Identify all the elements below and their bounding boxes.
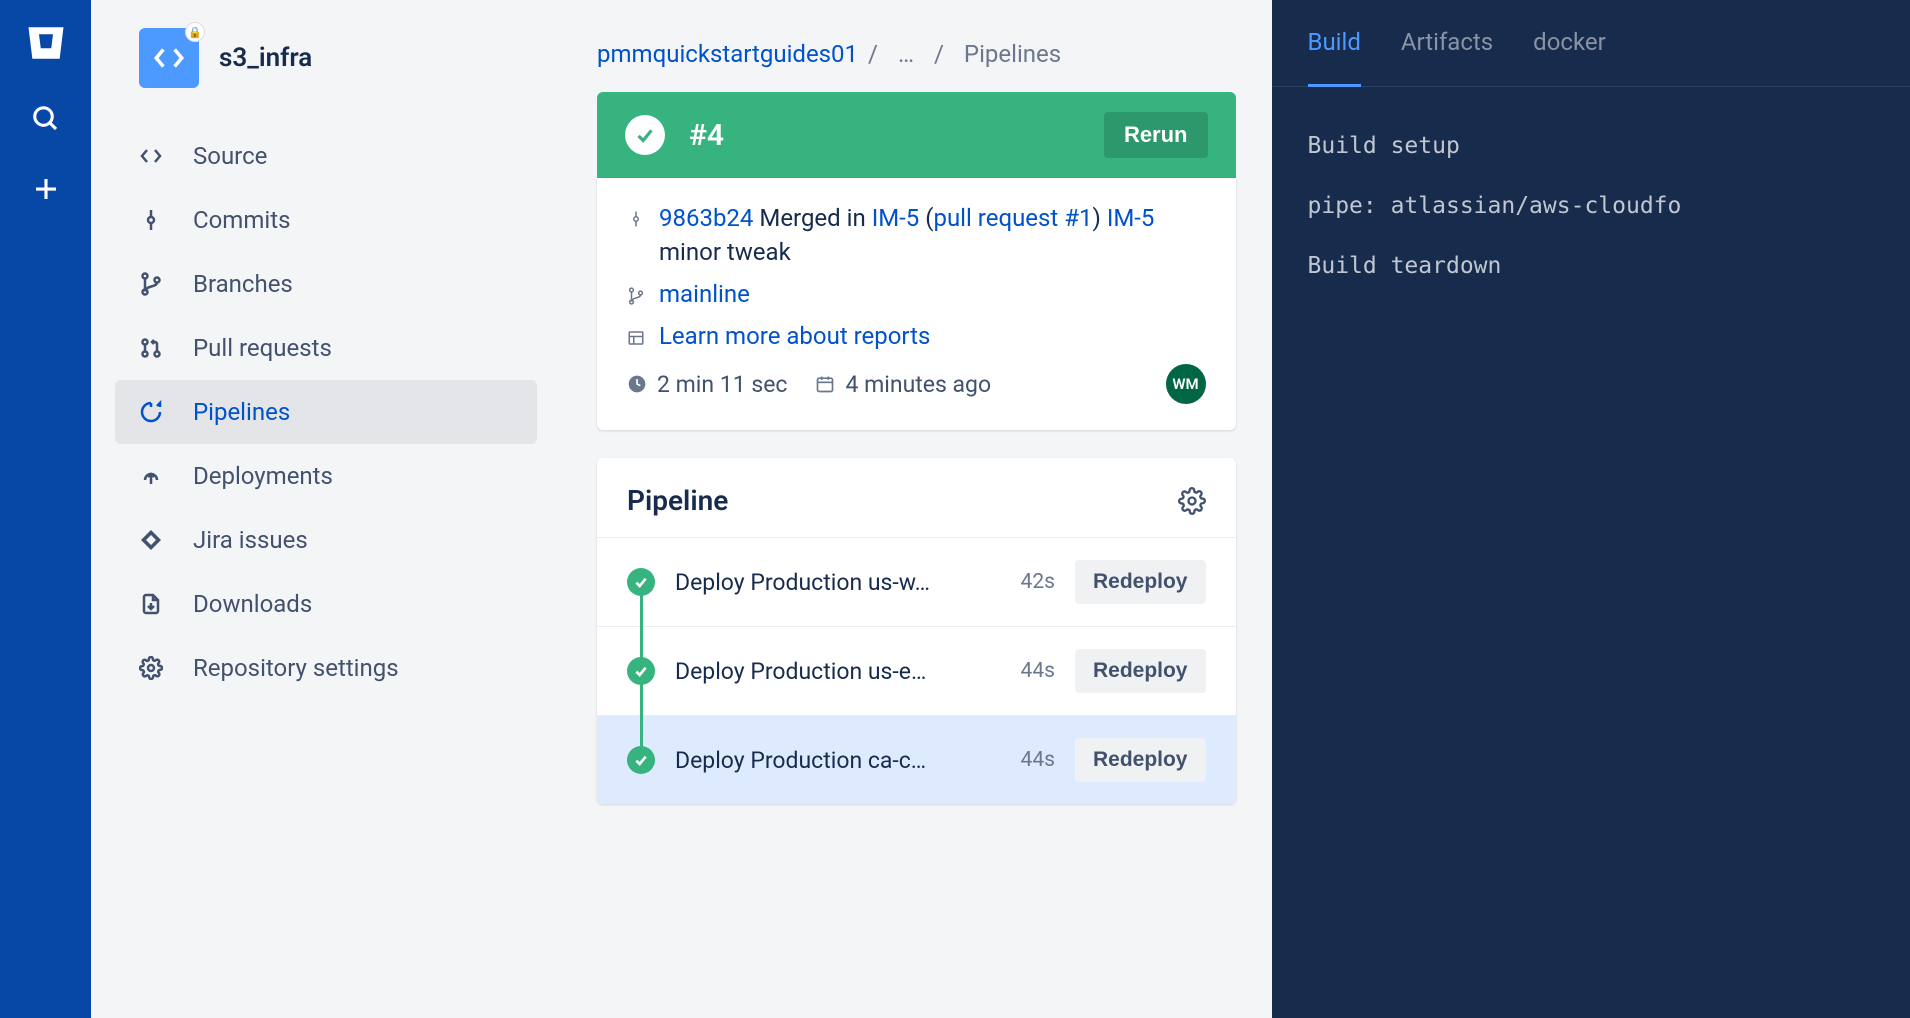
repo-settings-icon	[137, 656, 165, 680]
nav-label: Branches	[193, 270, 293, 298]
stage-duration: 44s	[1021, 748, 1055, 772]
bitbucket-logo-icon[interactable]	[25, 22, 67, 64]
repo-icon: 🔒	[139, 28, 199, 88]
nav-label: Pipelines	[193, 398, 290, 426]
stage-name: Deploy Production us-w…	[675, 569, 1001, 596]
deployments-icon	[137, 464, 165, 488]
nav-label: Jira issues	[193, 526, 308, 554]
stage-row[interactable]: Deploy Production ca-c… 44s Redeploy	[597, 715, 1236, 804]
stage-name: Deploy Production ca-c…	[675, 747, 1001, 774]
commit-icon	[627, 208, 645, 230]
breadcrumb-current: Pipelines	[964, 40, 1061, 68]
avatar[interactable]: WM	[1166, 364, 1206, 404]
search-icon[interactable]	[31, 104, 61, 134]
nav-item-commits[interactable]: Commits	[115, 188, 537, 252]
duration: 2 min 11 sec	[627, 371, 787, 398]
branch-icon	[627, 286, 645, 306]
global-rail	[0, 0, 91, 1018]
log-tab-artifacts[interactable]: Artifacts	[1401, 28, 1493, 68]
branches-icon	[137, 272, 165, 296]
stage-duration: 44s	[1021, 659, 1055, 683]
stage-row[interactable]: Deploy Production us-e… 44s Redeploy	[597, 626, 1236, 715]
downloads-icon	[137, 592, 165, 616]
nav-label: Deployments	[193, 462, 333, 490]
nav-label: Pull requests	[193, 334, 332, 362]
run-details-card: 9863b24 Merged in IM-5 (pull request #1)…	[597, 178, 1236, 430]
repo-header: 🔒 s3_infra	[115, 28, 537, 88]
success-icon	[627, 568, 655, 596]
branch-link[interactable]: mainline	[659, 280, 750, 308]
nav-item-repo-settings[interactable]: Repository settings	[115, 636, 537, 700]
success-icon	[627, 657, 655, 685]
log-line[interactable]: Build teardown	[1308, 237, 1875, 297]
reports-icon	[627, 329, 645, 347]
nav-item-source[interactable]: Source	[115, 124, 537, 188]
run-header: #4 Rerun	[597, 92, 1236, 178]
success-icon	[627, 746, 655, 774]
success-icon	[625, 115, 665, 155]
nav-label: Repository settings	[193, 654, 399, 682]
issue-link-2[interactable]: IM-5	[1107, 204, 1155, 232]
relative-time: 4 minutes ago	[815, 371, 991, 398]
source-icon	[137, 144, 165, 168]
pipeline-card: Pipeline Deploy Production us-w… 42s Redep…	[597, 458, 1236, 804]
log-tabs: Build Artifacts docker	[1272, 28, 1910, 87]
redeploy-button[interactable]: Redeploy	[1075, 560, 1206, 604]
pipeline-title: Pipeline	[627, 484, 728, 517]
log-tab-docker[interactable]: docker	[1533, 28, 1606, 68]
nav-item-downloads[interactable]: Downloads	[115, 572, 537, 636]
nav-item-deployments[interactable]: Deployments	[115, 444, 537, 508]
nav-label: Commits	[193, 206, 290, 234]
repo-sidebar: 🔒 s3_infra Source Commits Branches Pull req…	[91, 0, 561, 1018]
commits-icon	[137, 208, 165, 232]
pipelines-icon	[137, 400, 165, 424]
lock-icon: 🔒	[185, 22, 205, 42]
nav-label: Source	[193, 142, 267, 170]
rerun-button[interactable]: Rerun	[1104, 112, 1208, 158]
pull-requests-icon	[137, 336, 165, 360]
log-body: Build setuppipe: atlassian/aws-cloudfoBu…	[1272, 87, 1910, 326]
jira-issues-icon	[137, 528, 165, 552]
log-line[interactable]: pipe: atlassian/aws-cloudfo	[1308, 177, 1875, 237]
nav-item-branches[interactable]: Branches	[115, 252, 537, 316]
commit-message: minor tweak	[659, 238, 1154, 266]
add-icon[interactable]	[31, 174, 61, 204]
commit-hash-link[interactable]: 9863b24	[659, 204, 753, 232]
nav-item-pipelines[interactable]: Pipelines	[115, 380, 537, 444]
breadcrumb-ellipsis[interactable]: …	[898, 40, 914, 68]
stage-row[interactable]: Deploy Production us-w… 42s Redeploy	[597, 537, 1236, 626]
breadcrumb-root[interactable]: pmmquickstartguides01	[597, 40, 858, 68]
breadcrumb: pmmquickstartguides01/…/Pipelines	[597, 40, 1236, 68]
nav-item-pull-requests[interactable]: Pull requests	[115, 316, 537, 380]
nav-label: Downloads	[193, 590, 312, 618]
gear-icon[interactable]	[1178, 487, 1206, 515]
log-line[interactable]: Build setup	[1308, 117, 1875, 177]
repo-name: s3_infra	[219, 43, 312, 73]
run-number: #4	[689, 118, 724, 153]
log-panel: Build Artifacts docker Build setuppipe: at…	[1272, 0, 1910, 1018]
log-tab-build[interactable]: Build	[1308, 28, 1361, 87]
reports-link[interactable]: Learn more about reports	[659, 322, 930, 350]
pr-link[interactable]: pull request #1	[933, 204, 1092, 232]
stage-name: Deploy Production us-e…	[675, 658, 1001, 685]
main-content: pmmquickstartguides01/…/Pipelines #4 Rer…	[561, 0, 1272, 1018]
redeploy-button[interactable]: Redeploy	[1075, 649, 1206, 693]
redeploy-button[interactable]: Redeploy	[1075, 738, 1206, 782]
stage-duration: 42s	[1021, 570, 1055, 594]
nav-item-jira-issues[interactable]: Jira issues	[115, 508, 537, 572]
issue-link-1[interactable]: IM-5	[872, 204, 920, 232]
